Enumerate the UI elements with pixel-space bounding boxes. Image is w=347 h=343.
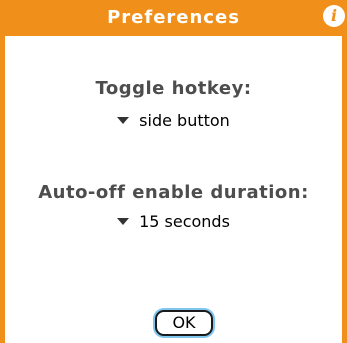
title-bar: Preferences i — [5, 0, 345, 36]
dropdown-arrow-icon — [117, 218, 130, 225]
toggle-hotkey-select[interactable]: side button — [5, 111, 342, 130]
ok-button[interactable]: OK — [155, 310, 213, 336]
dialog-title: Preferences — [107, 7, 240, 28]
auto-off-duration-label: Auto-off enable duration: — [38, 182, 309, 203]
dropdown-arrow-icon — [117, 117, 130, 124]
auto-off-duration-select[interactable]: 15 seconds — [5, 212, 342, 231]
toggle-hotkey-value: side button — [139, 111, 230, 130]
info-icon[interactable]: i — [323, 5, 345, 27]
preferences-dialog: Preferences i Toggle hotkey: side button… — [0, 0, 347, 343]
auto-off-duration-value: 15 seconds — [139, 212, 230, 231]
toggle-hotkey-label: Toggle hotkey: — [95, 78, 252, 99]
